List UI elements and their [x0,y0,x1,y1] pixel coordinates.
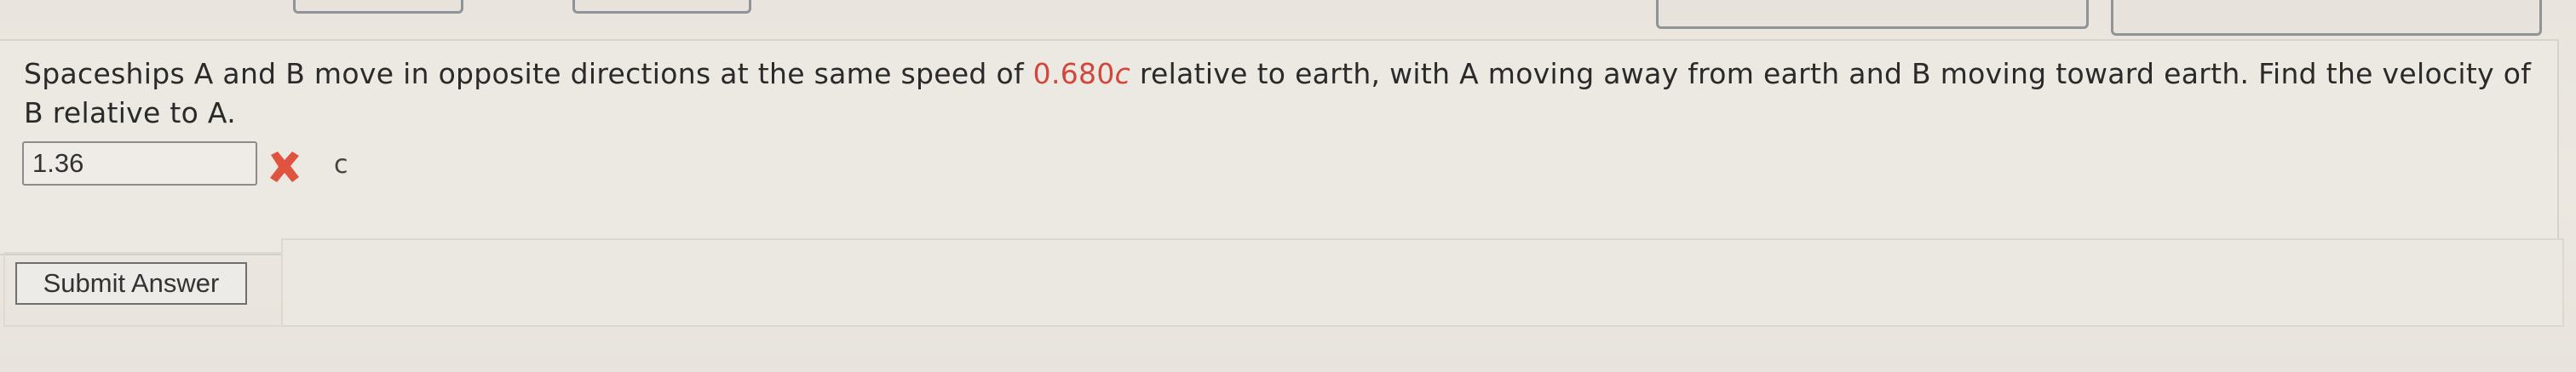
speed-value: 0.680c [1032,57,1131,90]
x-mark-icon [270,152,299,182]
question-text-before: Spaceships A and B move in opposite dire… [24,57,1033,90]
answer-input[interactable] [22,141,257,186]
top-button-partial[interactable] [293,0,463,14]
submit-answer-button[interactable]: Submit Answer [15,262,247,305]
answer-unit: c [334,150,348,180]
top-button-partial[interactable] [2111,0,2542,36]
question-text: Spaceships A and B move in opposite dire… [24,54,2545,133]
feedback-panel [281,238,2564,327]
top-button-partial[interactable] [572,0,751,14]
page: Spaceships A and B move in opposite dire… [0,0,2576,372]
top-button-partial[interactable] [1656,0,2089,29]
